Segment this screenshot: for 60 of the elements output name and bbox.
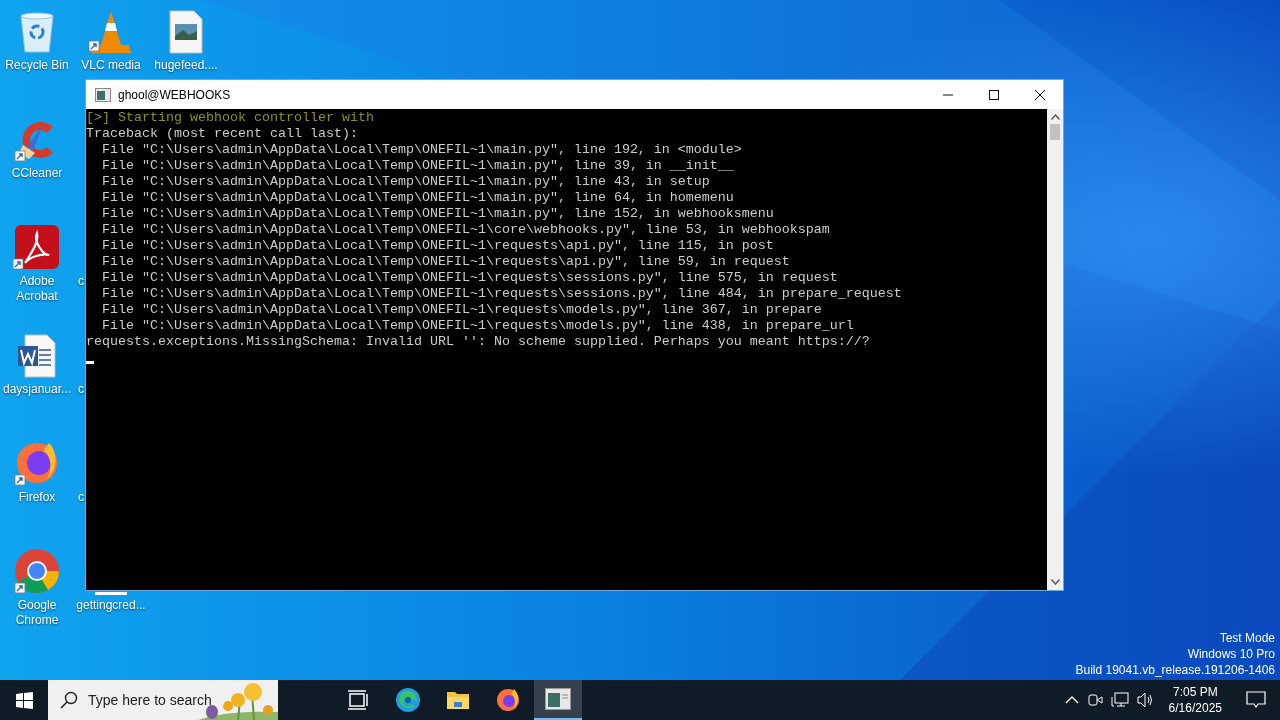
close-icon [1035,89,1045,100]
notification-icon[interactable] [1246,691,1266,709]
console-line: File "C:\Users\admin\AppData\Local\Temp\ONEFIL~1\requests\sessions.py", line 484, in prepare_request [101,286,903,302]
task-view-icon [347,690,369,710]
console-line: File "C:\Users\admin\AppData\Local\Temp\ONEFIL~1\main.py", line 64, in homemenu [101,190,735,206]
scroll-thumb[interactable] [1050,124,1060,140]
desktop-icon-label[interactable]: gettingcred... [76,598,146,613]
scroll-up-icon[interactable] [1050,114,1060,120]
desktop-icon-label[interactable]: Recycle Bin [5,58,69,73]
pdf-app-icon[interactable] [13,225,61,271]
console-line: [>] Starting webhook controller with [86,110,375,126]
system-notice-text: Windows 10 Pro [1187,646,1275,662]
console-line: File "C:\Users\admin\AppData\Local\Temp\ONEFIL~1\requests\models.py", line 438, in prepare_url [101,318,855,334]
network-icon[interactable] [1110,692,1129,708]
folder-icon [446,689,470,711]
word-document-icon[interactable] [17,334,57,378]
recycle-bin-icon[interactable] [17,10,57,54]
window-title: ghool@WEBHOOKS [118,87,232,102]
system-notice-text: Test Mode [1219,630,1275,646]
scrollbar[interactable] [1047,109,1063,590]
desktop-icon-label[interactable]: c [78,490,84,505]
console-line: File "C:\Users\admin\AppData\Local\Temp\ONEFIL~1\main.py", line 39, in __init__ [101,158,735,174]
desktop-icon-label[interactable]: daysjanuar... [2,382,71,397]
camera-icon[interactable] [1086,692,1103,708]
volume-icon[interactable] [1136,692,1155,708]
maximize-icon [989,89,999,100]
console-line: requests.exceptions.MissingSchema: Invalid URL '': No scheme supplied. Perhaps you meant https://? [86,334,871,350]
scroll-down-icon[interactable] [1050,579,1060,585]
console-icon [545,688,571,710]
console-line: File "C:\Users\admin\AppData\Local\Temp\ONEFIL~1\main.py", line 43, in setup [101,174,711,190]
desktop-icon-label[interactable]: hugefeed.... [154,58,218,73]
windows-logo-icon [15,691,33,709]
search-box[interactable]: Type here to search [48,680,278,720]
file-icon[interactable] [95,591,127,595]
console-line: Traceback (most recent call last): [86,126,359,142]
console-line: File "C:\Users\admin\AppData\Local\Temp\ONEFIL~1\main.py", line 192, in <module> [101,142,743,158]
search-field[interactable]: Type here to search [86,691,230,709]
search-icon [60,691,78,709]
console-line: File "C:\Users\admin\AppData\Local\Temp\ONEFIL~1\requests\sessions.py", line 575, in request [101,270,839,286]
desktop-icon-label[interactable]: c [78,382,84,397]
system-notice-text: Build 19041.vb_release.191206-1406 [1075,662,1275,678]
desktop-icon-label[interactable]: Google Chrome [0,598,74,628]
edge-browser-icon [395,687,421,713]
console-line: File "C:\Users\admin\AppData\Local\Temp\ONEFIL~1\requests\api.py", line 59, in request [101,254,791,270]
desktop-icon-label[interactable]: Adobe Acrobat [0,274,74,304]
clock-button[interactable]: 7:05 PM 6/16/2025 [1162,684,1228,716]
console-taskbar-button[interactable] [534,680,582,720]
console-line: File "C:\Users\admin\AppData\Local\Temp\ONEFIL~1\requests\api.py", line 115, in post [101,238,775,254]
desktop-icon-label[interactable]: VLC media [81,58,141,73]
desktop-icon-label[interactable]: CCleaner [11,166,63,181]
desktop-icon-label[interactable]: Firefox [18,490,56,505]
show-hidden-icons-icon[interactable] [1064,695,1079,705]
console-icon [95,87,111,102]
firefox-icon [496,688,520,712]
console-line: File "C:\Users\admin\AppData\Local\Temp\ONEFIL~1\main.py", line 152, in webhooksmenu [101,206,775,222]
console-line: File "C:\Users\admin\AppData\Local\Temp\ONEFIL~1\requests\models.py", line 367, in prepare [101,302,823,318]
image-file-icon[interactable] [169,10,203,54]
desktop-icon-label[interactable]: c [78,274,84,289]
chrome-icon[interactable] [13,549,61,595]
console-line: File "C:\Users\admin\AppData\Local\Temp\ONEFIL~1\core\webhooks.py", line 53, in webhookspam [101,222,831,238]
